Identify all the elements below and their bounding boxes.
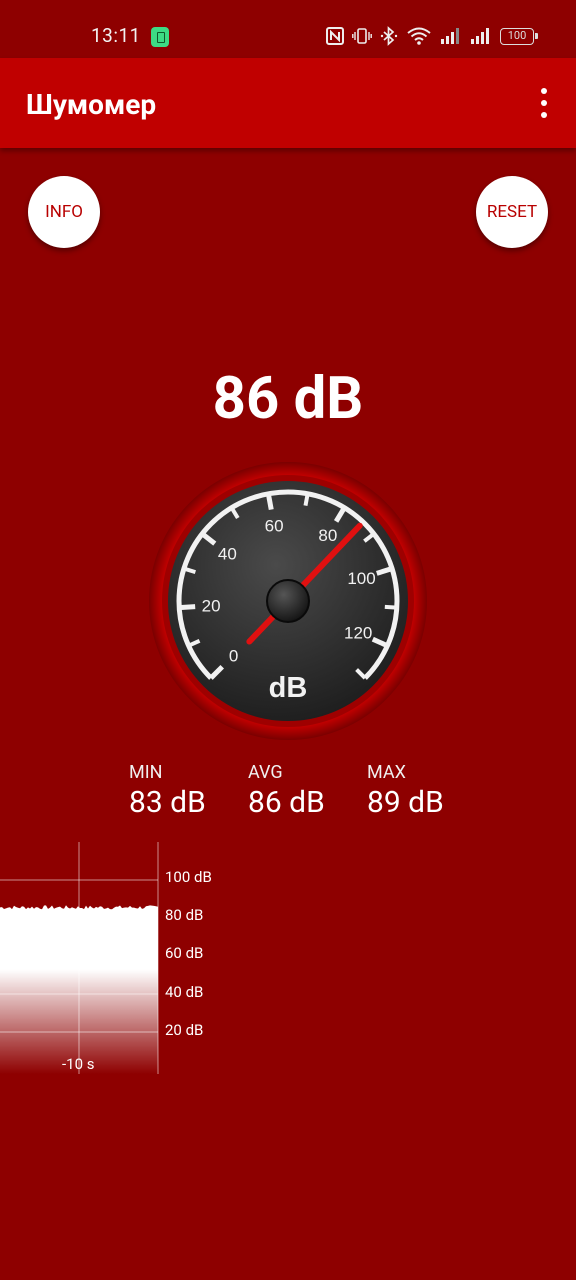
app-title: Шумомер	[26, 88, 157, 121]
nfc-icon	[326, 27, 344, 45]
history-y-label-40: 40 dB	[165, 983, 204, 1001]
history-x-label: -10 s	[62, 1055, 95, 1073]
gauge-hub	[266, 579, 310, 623]
status-bar: 13:11 100	[0, 0, 576, 58]
gauge-tick-label: 80	[318, 526, 337, 545]
sound-level-gauge: 0 20 40 60 80 100 120 dB	[149, 462, 427, 740]
stat-avg: AVG 86 dB	[248, 762, 368, 820]
more-vert-icon[interactable]	[538, 88, 550, 118]
gauge-tick	[179, 604, 196, 611]
reset-button[interactable]: RESET	[476, 176, 548, 248]
signal-icon	[441, 28, 459, 44]
history-y-label-100: 100 dB	[165, 868, 212, 886]
gauge-tick-label: 120	[344, 624, 372, 643]
signal-icon	[471, 28, 489, 44]
history-y-label-60: 60 dB	[165, 944, 204, 962]
app-bar: Шумомер	[0, 58, 576, 148]
history-y-label-80: 80 dB	[165, 906, 204, 924]
stat-min: MIN 83 dB	[129, 762, 249, 820]
status-icons: 100	[326, 24, 538, 48]
gauge-tick	[303, 493, 310, 506]
status-time: 13:11	[91, 24, 141, 47]
notification-icon	[151, 27, 169, 47]
gauge-tick-label: 100	[347, 569, 375, 588]
current-level-reading: 86 dB	[212, 365, 364, 433]
battery-icon: 100	[500, 27, 538, 45]
gauge-tick	[384, 604, 397, 610]
gauge-tick-label: 0	[229, 646, 238, 665]
history-level-area	[0, 905, 158, 1074]
stat-min-value: 83 dB	[129, 785, 206, 820]
stat-min-label: MIN	[129, 762, 163, 783]
bluetooth-icon	[380, 26, 398, 46]
gauge-tick-label: 40	[218, 545, 237, 564]
stat-max-value: 89 dB	[367, 785, 444, 820]
gauge-tick-label: 20	[202, 597, 221, 616]
stat-avg-value: 86 dB	[248, 785, 325, 820]
stat-avg-label: AVG	[248, 762, 283, 783]
info-button[interactable]: INFO	[28, 176, 100, 248]
wifi-icon	[407, 27, 431, 45]
stat-max: MAX 89 dB	[367, 762, 487, 820]
gauge-tick	[265, 493, 274, 510]
gauge-tick-label: 60	[265, 516, 284, 535]
gauge-unit-label: dB	[269, 672, 308, 704]
history-y-label-20: 20 dB	[165, 1021, 204, 1039]
stat-max-label: MAX	[367, 762, 406, 783]
vibrate-icon	[352, 28, 372, 44]
